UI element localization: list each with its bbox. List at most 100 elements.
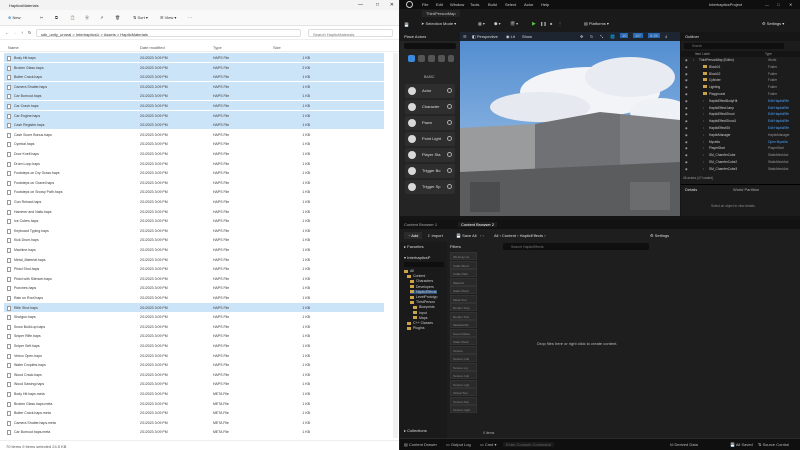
filter-item[interactable]: Texture (450, 345, 477, 354)
minimize-icon[interactable]: — (765, 2, 769, 7)
file-row[interactable]: Rain on Roof.haps 2/1/2023 3:09 PM HAPS Fi… (4, 293, 384, 302)
file-row[interactable]: Cymbal.haps 2/1/2023 3:09 PM HAPS File 1 KB (4, 139, 384, 148)
filter-item[interactable]: Static Mesh (450, 337, 477, 345)
import-button[interactable]: ⇩ Import (427, 233, 443, 238)
pause-icon[interactable]: ❚❚ (540, 21, 547, 26)
recent-icon[interactable] (408, 55, 415, 62)
eye-icon[interactable]: ◉ (685, 78, 688, 82)
breadcrumb-content[interactable]: Content (502, 233, 516, 238)
favorites-section[interactable]: ▸ Favorites (404, 244, 424, 249)
outliner-row[interactable]: ◉ ▫ SM_ChamferCube3 StaticMeshAct (683, 167, 798, 172)
eye-icon[interactable]: ◉ (685, 106, 688, 110)
output-log-button[interactable]: ▭ Output Log (446, 442, 471, 447)
file-row[interactable]: Sniper Rifle.haps 2/1/2023 3:09 PM HAPS Fi… (4, 331, 384, 340)
filter-item[interactable]: Render Targ (450, 303, 477, 311)
cmd-dropdown[interactable]: ▭ Cmd ▾ (480, 442, 496, 447)
tab-content-browser-1[interactable]: Content Browser 1 (404, 222, 437, 227)
place-item-actor[interactable]: Actor (405, 84, 455, 98)
outliner-row[interactable]: ◉ Lighting Folder (683, 85, 798, 90)
filter-item[interactable]: Virtual Text (450, 388, 477, 396)
file-row[interactable]: Drum Loop.haps 2/1/2023 3:09 PM HAPS File 1… (4, 159, 384, 168)
place-item-point-light[interactable]: Point Light (405, 132, 455, 146)
menu-file[interactable]: File (422, 2, 428, 7)
outliner-item-type[interactable]: Edit HapticEffe (768, 119, 789, 123)
place-item-trigger-box[interactable]: Trigger Bo (405, 164, 455, 178)
view-button[interactable]: ☰ View ▾ (160, 15, 176, 20)
place-item-player-start[interactable]: Player Sta (405, 148, 455, 162)
blueprint-icon[interactable]: ⬢ ▾ (494, 21, 501, 26)
file-row[interactable]: Ice Cubes.haps 2/1/2023 3:09 PM HAPS File 1… (4, 216, 384, 225)
perspective-dropdown[interactable]: ◧ Perspective (472, 34, 498, 39)
menu-select[interactable]: Select (505, 2, 516, 7)
outliner-item-type[interactable]: Edit HapticEffe (768, 126, 789, 130)
all-saved-indicator[interactable]: 💾 All Saved (730, 442, 753, 447)
filter-item[interactable]: Metal Tool (450, 294, 477, 303)
content-icon[interactable]: ▦ ▾ (478, 21, 485, 26)
content-drawer-button[interactable]: ▤ Content Drawer (404, 442, 437, 447)
scale-icon[interactable]: ⤡ (600, 34, 603, 39)
add-button[interactable]: + Add (404, 232, 423, 239)
file-row[interactable]: Wood Crack.haps 2/1/2023 3:09 PM HAPS File… (4, 370, 384, 379)
forward-icon[interactable]: → (13, 30, 17, 35)
file-row[interactable]: Camera Shutter.haps 2/1/2023 3:09 PM HAPS … (4, 81, 384, 91)
filters-button[interactable]: Filters (450, 244, 461, 249)
file-row[interactable]: Cash Score Bonus.haps 2/1/2023 3:09 PM HAP… (4, 130, 384, 139)
refresh-icon[interactable]: ↻ (28, 30, 31, 35)
eye-icon[interactable]: ◉ (685, 167, 688, 171)
history-icons[interactable]: ‹ › (480, 233, 484, 238)
selection-mode-dropdown[interactable]: ➤ Selection Mode ▾ (421, 21, 456, 26)
tab-content-browser-2[interactable]: Content Browser 2 (458, 222, 498, 227)
outliner-row[interactable]: ◉ ▫ SM_ChamferCube StaticMeshAct (683, 153, 798, 158)
stop-icon[interactable]: ■ (550, 21, 552, 26)
grid-snap[interactable]: 10 (620, 33, 629, 38)
collections-section[interactable]: ▸ Collections (404, 428, 427, 433)
file-row[interactable]: Metal_Material.haps 2/1/2023 3:09 PM HAPS … (4, 255, 384, 264)
up-icon[interactable]: ↑ (21, 30, 23, 35)
file-row[interactable]: Car Burnout.haps 2/1/2023 3:09 PM HAPS Fil… (4, 91, 384, 101)
back-icon[interactable]: ← (5, 30, 9, 35)
filter-item[interactable]: Texture Lig (450, 362, 477, 371)
outliner-item-type[interactable]: Edit HapticEffe (768, 99, 789, 103)
search-input[interactable]: Search HapticMaterials (308, 29, 393, 37)
file-row[interactable]: Water Droplets.haps 2/1/2023 3:09 PM HAPS … (4, 360, 384, 369)
file-row[interactable]: Butter Crack.haps 2/1/2023 3:09 PM HAPS Fi… (4, 72, 384, 82)
file-row[interactable]: Body Hit.haps 2/1/2023 3:09 PM HAPS File 1 … (4, 53, 384, 62)
save-all-button[interactable]: 💾 Save All (456, 233, 477, 238)
filter-item[interactable]: Texture Ligh (450, 379, 477, 388)
eye-icon[interactable]: ◉ (685, 140, 688, 144)
menu-build[interactable]: Build (488, 2, 497, 7)
file-row[interactable]: Pistol Shot.haps 2/1/2023 3:09 PM HAPS Fil… (4, 264, 384, 273)
play-options-icon[interactable]: ⋮ (558, 21, 562, 26)
sort-button[interactable]: ⇅ Sort ▾ (133, 15, 148, 20)
show-dropdown[interactable]: Show (522, 34, 532, 39)
outliner-item-type[interactable]: Edit HapticEffe (768, 112, 789, 116)
maximize-icon[interactable]: □ (777, 2, 779, 7)
file-row[interactable]: Footsteps on Snowy Path.haps 2/1/2023 3:0… (4, 187, 384, 196)
outliner-row[interactable]: ◉ Block02 Folder (683, 71, 798, 77)
close-icon[interactable]: ✕ (789, 2, 792, 7)
eye-icon[interactable]: ◉ (685, 58, 688, 62)
rotation-snap[interactable]: 10° (633, 33, 644, 38)
item-label-header[interactable]: Item Label (695, 52, 710, 56)
date-column-header[interactable]: Date modified (140, 45, 165, 50)
copy-icon[interactable]: ⧉ (55, 15, 58, 20)
file-row[interactable]: Shotgun.haps 2/1/2023 3:09 PM HAPS File 1 K… (4, 312, 384, 321)
place-item-trigger-sphere[interactable]: Trigger Sp (405, 180, 455, 194)
eye-icon[interactable]: ◉ (685, 153, 688, 157)
settings-button[interactable]: ⚙ Settings ▾ (762, 21, 784, 26)
file-row[interactable]: Butter Crack.haps.meta 2/1/2023 3:09 PM ME… (4, 408, 384, 417)
translate-icon[interactable]: ✥ (580, 34, 583, 39)
eye-icon[interactable]: ◉ (685, 160, 688, 164)
menu-help[interactable]: Help (541, 2, 549, 7)
scale-snap[interactable]: 0.25 (648, 33, 660, 38)
file-row[interactable]: Footsteps on Gravel.haps 2/1/2023 3:09 PM… (4, 178, 384, 187)
world-icon[interactable]: 🌐 (610, 34, 615, 39)
file-row[interactable]: Gun Reload.haps 2/1/2023 3:09 PM HAPS File… (4, 197, 384, 206)
file-row[interactable]: Snow Build-up.haps 2/1/2023 3:09 PM HAPS F… (4, 322, 384, 331)
outliner-item-type[interactable]: Open Mycelia (768, 140, 788, 144)
outliner-row[interactable]: ◉ ▫ HapticEffectBodyHit Edit HapticEffe (683, 99, 798, 104)
file-row[interactable]: Keyboard Typing.haps 2/1/2023 3:09 PM HAPS… (4, 226, 384, 235)
file-row[interactable]: Body Hit.haps.meta 2/1/2023 3:09 PM META F… (4, 389, 384, 398)
file-row[interactable]: Broken Glass.haps.meta 2/1/2023 3:09 PM ME… (4, 399, 384, 408)
filter-item[interactable]: Sound Wave (450, 328, 477, 337)
